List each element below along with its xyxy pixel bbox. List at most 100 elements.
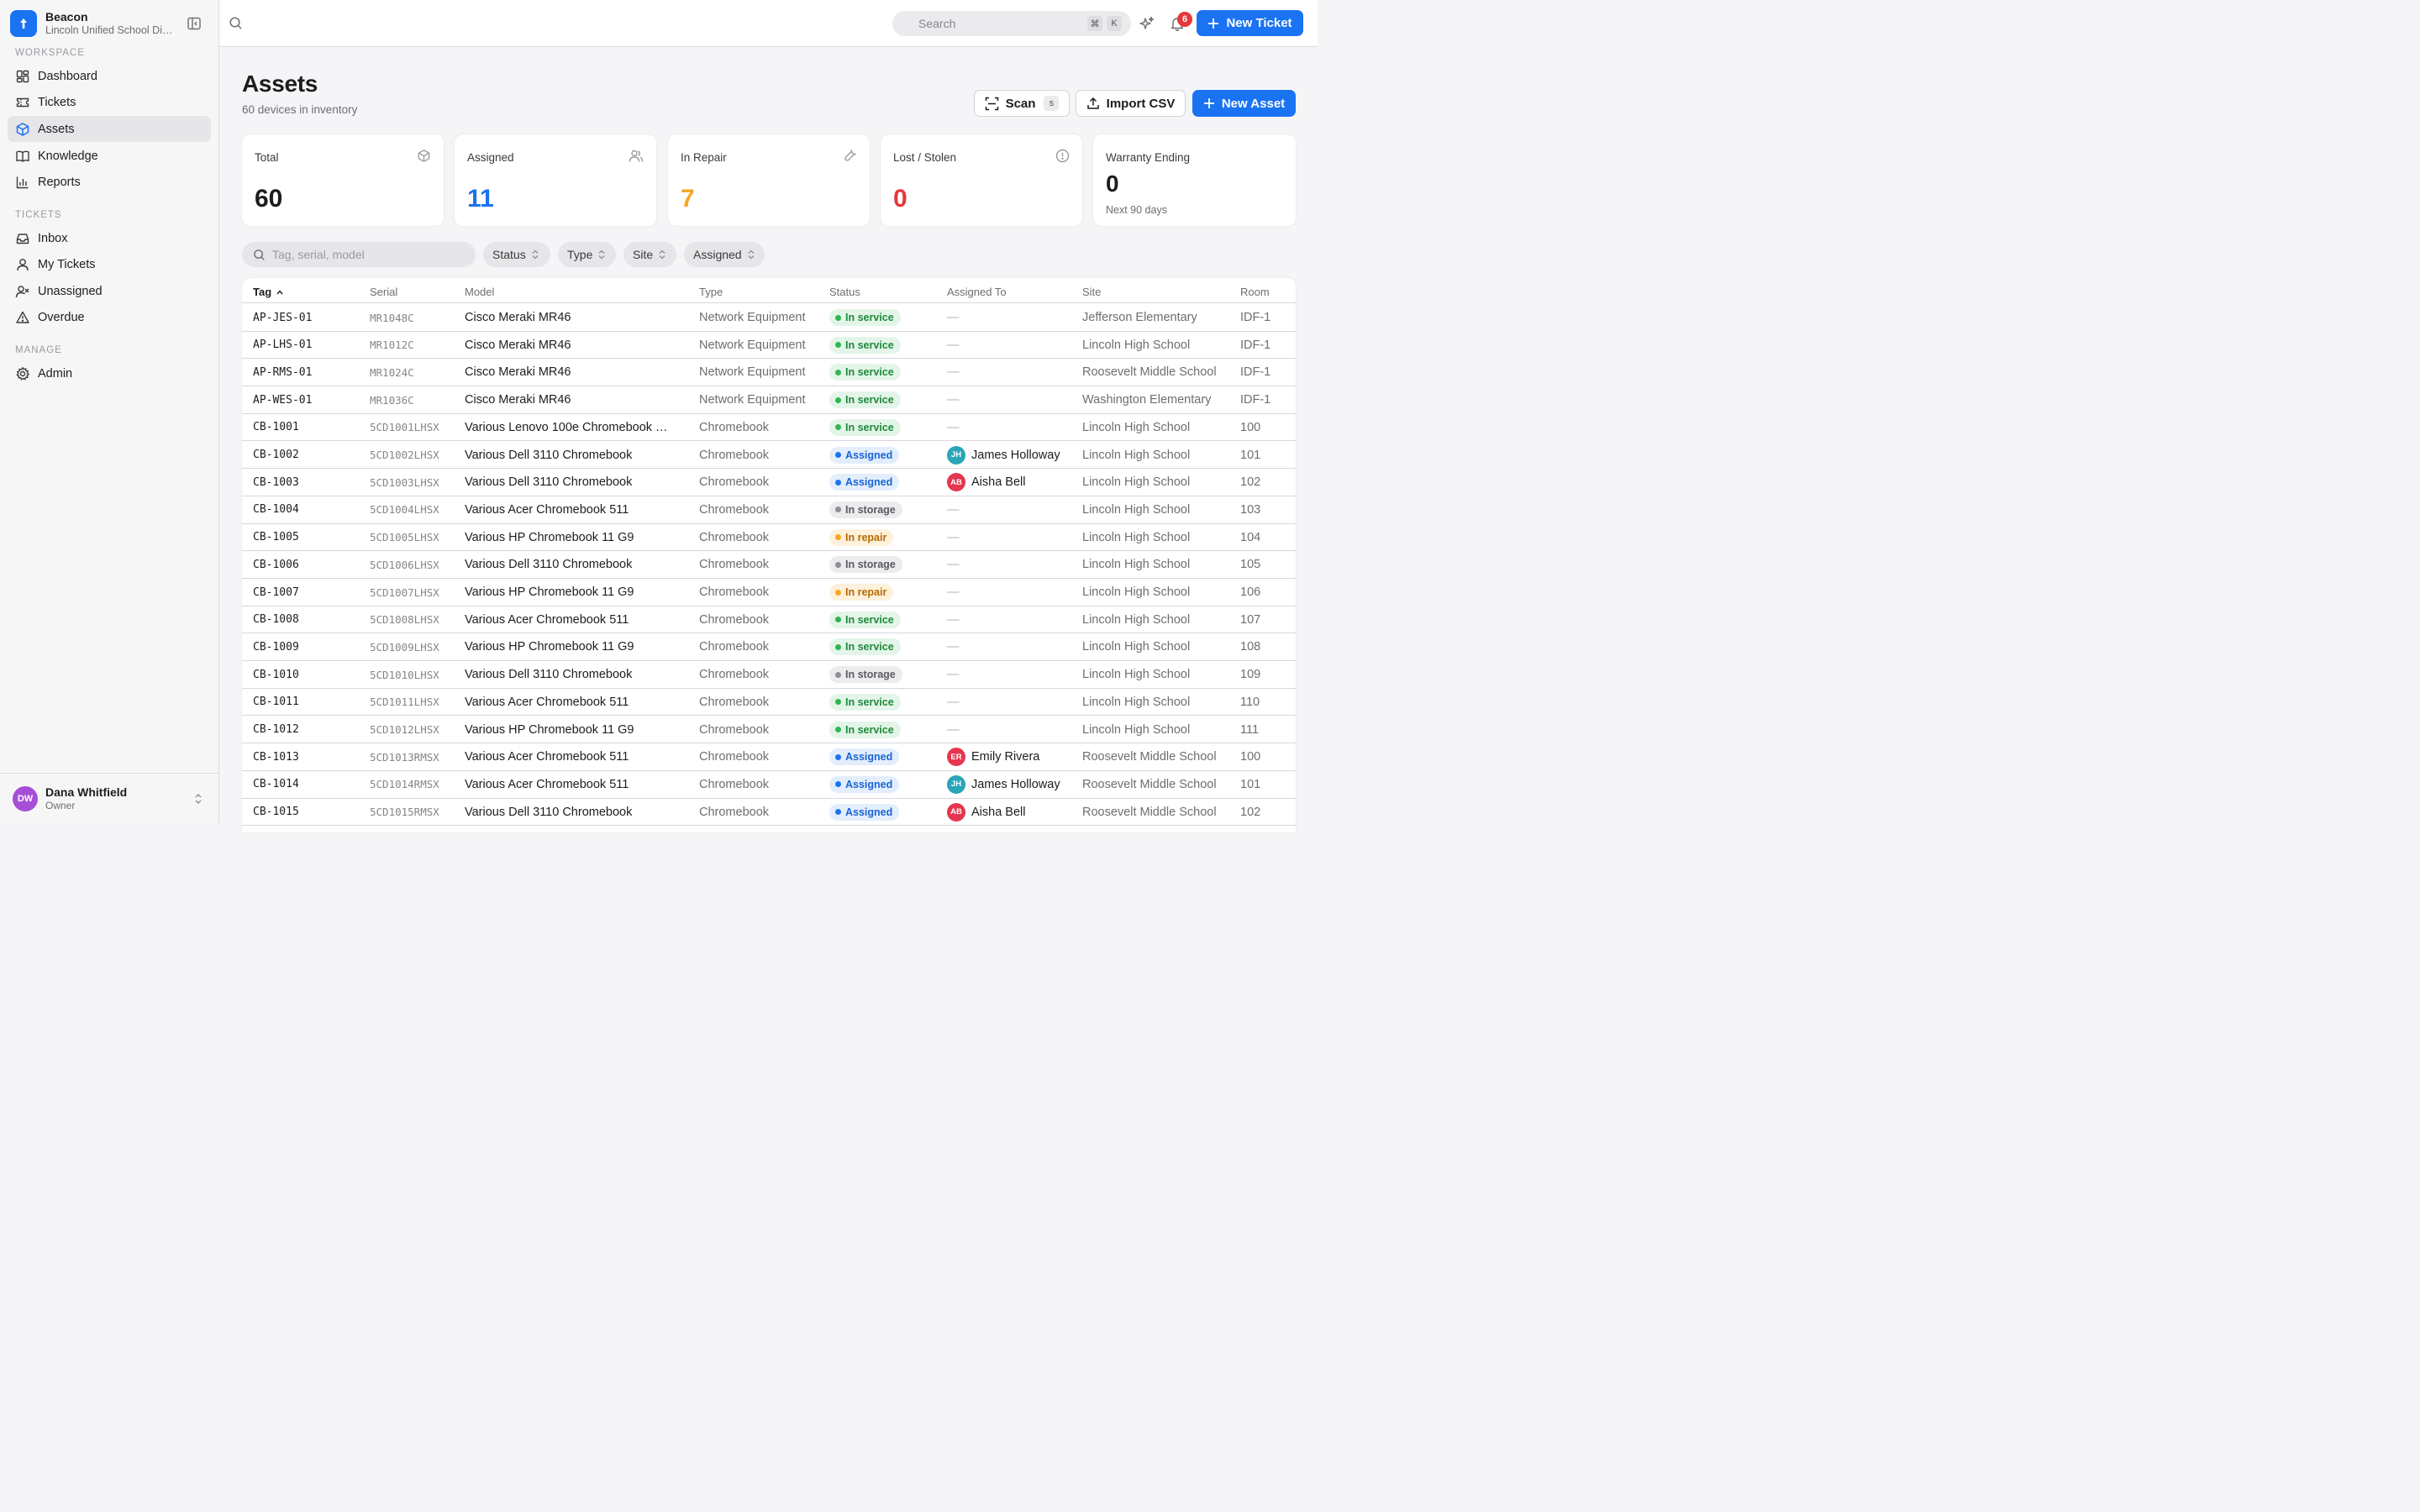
empty-dash: — [947,393,960,407]
filter-site[interactable]: Site [623,242,676,267]
assignee-name: James Holloway [971,777,1060,791]
new-asset-button[interactable]: New Asset [1192,90,1296,117]
sidebar-item-my-tickets[interactable]: My Tickets [8,251,211,277]
cube-icon [15,122,30,137]
status-badge: Assigned [829,446,900,464]
org-name: Lincoln Unified School District [45,24,173,36]
table-row[interactable]: CB-1004 5CD1004LHSX Various Acer Chromeboo… [242,496,1296,524]
stat-label: Total [255,151,279,164]
avatar: ER [947,748,965,767]
assignee-name: Emily Rivera [971,750,1040,764]
column-header-serial[interactable]: Serial [370,286,397,298]
sidebar-item-overdue[interactable]: Overdue [8,304,211,330]
cell-room: 101 [1240,777,1261,791]
asset-search-input[interactable]: Tag, serial, model [242,242,476,267]
table-row[interactable]: CB-1006 5CD1006LHSX Various Dell 3110 Chro… [242,551,1296,579]
column-header-model[interactable]: Model [465,286,494,298]
import-csv-label: Import CSV [1106,96,1176,111]
status-badge: Assigned [829,775,900,793]
table-row[interactable]: CB-1009 5CD1009LHSX Various HP Chromebook … [242,633,1296,662]
table-row[interactable]: CB-1015 5CD1015RMSX Various Dell 3110 Chro… [242,799,1296,827]
cell-assigned-to: — [947,414,960,441]
table-row[interactable]: CB-1002 5CD1002LHSX Various Dell 3110 Chro… [242,442,1296,470]
cell-assigned-to: AB Aisha Bell [947,469,1025,496]
status-badge: In service [829,336,901,354]
table-row[interactable]: CB-1003 5CD1003LHSX Various Dell 3110 Chro… [242,469,1296,496]
sidebar-item-inbox[interactable]: Inbox [8,225,211,251]
table-row[interactable]: AP-RMS-01 MR1024C Cisco Meraki MR46 Network… [242,359,1296,387]
column-header-status[interactable]: Status [829,286,860,298]
sidebar-item-assets[interactable]: Assets [8,116,211,142]
cell-type: Network Equipment [699,365,806,380]
beacon-logo-icon [10,10,37,37]
cell-serial: 5CD1005LHSX [370,531,439,544]
dashboard-icon [15,69,30,84]
cell-tag: AP-RMS-01 [253,365,313,379]
warning-icon [15,310,30,325]
sidebar-item-unassigned[interactable]: Unassigned [8,278,211,304]
cell-tag: CB-1006 [253,558,299,571]
table-row[interactable]: AP-WES-01 MR1036C Cisco Meraki MR46 Network… [242,386,1296,414]
table-row[interactable]: CB-1010 5CD1010LHSX Various Dell 3110 Chro… [242,661,1296,689]
cell-serial: MR1048C [370,311,414,324]
cell-room: 106 [1240,585,1261,599]
table-row[interactable]: CB-1008 5CD1008LHSX Various Acer Chromeboo… [242,606,1296,634]
cell-assigned-to: JH James Holloway [947,442,1060,469]
search-placeholder: Tag, serial, model [272,248,365,261]
table-row[interactable]: CB-1014 5CD1014RMSX Various Acer Chromeboo… [242,771,1296,799]
sidebar-item-admin[interactable]: Admin [8,360,211,386]
user-menu[interactable]: DW Dana Whitfield Owner [0,773,219,823]
table-row[interactable]: AP-JES-01 MR1048C Cisco Meraki MR46 Network… [242,304,1296,332]
table-row[interactable]: CB-1013 5CD1013RMSX Various Acer Chromeboo… [242,743,1296,771]
table-row[interactable]: CB-1007 5CD1007LHSX Various HP Chromebook … [242,579,1296,606]
column-header-site[interactable]: Site [1082,286,1101,298]
cell-status: In service [829,414,901,441]
global-search-input[interactable]: Search ⌘ K [892,11,1131,36]
cell-tag: CB-1012 [253,723,299,736]
table-row[interactable]: CB-1012 5CD1012LHSX Various HP Chromebook … [242,717,1296,744]
new-ticket-label: New Ticket [1226,16,1292,30]
cell-room: 101 [1240,448,1261,462]
chevron-up-down-icon [659,249,666,260]
brand[interactable]: Beacon Lincoln Unified School District [10,10,173,37]
sidebar-item-dashboard[interactable]: Dashboard [8,63,211,89]
column-header-room[interactable]: Room [1240,286,1270,298]
sidebar-item-reports[interactable]: Reports [8,169,211,195]
search-icon[interactable] [229,16,243,30]
scan-button[interactable]: Scan s [974,90,1070,117]
sidebar-toggle-icon[interactable] [187,16,202,31]
cell-site: Roosevelt Middle School [1082,365,1217,380]
cell-room: 108 [1240,640,1261,654]
table-row[interactable]: CB-1005 5CD1005LHSX Various HP Chromebook … [242,524,1296,552]
column-header-tag[interactable]: Tag [253,286,284,298]
shortcut-cmd: ⌘ [1087,16,1102,31]
filter-assigned[interactable]: Assigned [684,242,765,267]
cell-site: Roosevelt Middle School [1082,750,1217,764]
section-label-workspace: WORKSPACE [15,48,85,58]
cell-type: Chromebook [699,750,770,764]
stat-value: 60 [255,185,283,213]
sidebar-item-tickets[interactable]: Tickets [8,89,211,115]
assignee-name: Aisha Bell [971,805,1026,819]
cell-room: 110 [1240,695,1260,709]
user-x-icon [15,284,30,299]
cell-type: Chromebook [699,640,770,654]
sort-asc-icon [276,289,283,294]
column-header-assigned-to[interactable]: Assigned To [947,286,1007,298]
sidebar-item-label: Overdue [38,310,85,324]
status-badge: In service [829,721,901,738]
sidebar-item-knowledge[interactable]: Knowledge [8,143,211,169]
column-header-type[interactable]: Type [699,286,723,298]
filter-status[interactable]: Status [483,242,550,267]
filter-type[interactable]: Type [558,242,616,267]
cell-room: IDF-1 [1240,365,1271,380]
scan-shortcut: s [1044,96,1060,111]
empty-dash: — [947,640,960,654]
cell-model: Various Dell 3110 Chromebook [465,475,633,490]
table-row[interactable]: AP-LHS-01 MR1012C Cisco Meraki MR46 Network… [242,332,1296,360]
table-row[interactable]: CB-1011 5CD1011LHSX Various Acer Chromeboo… [242,689,1296,717]
sparkle-icon[interactable] [1139,16,1155,31]
table-row[interactable]: CB-1001 5CD1001LHSX Various Lenovo 100e Ch… [242,414,1296,442]
new-ticket-button[interactable]: New Ticket [1197,10,1303,36]
import-csv-button[interactable]: Import CSV [1076,90,1186,117]
